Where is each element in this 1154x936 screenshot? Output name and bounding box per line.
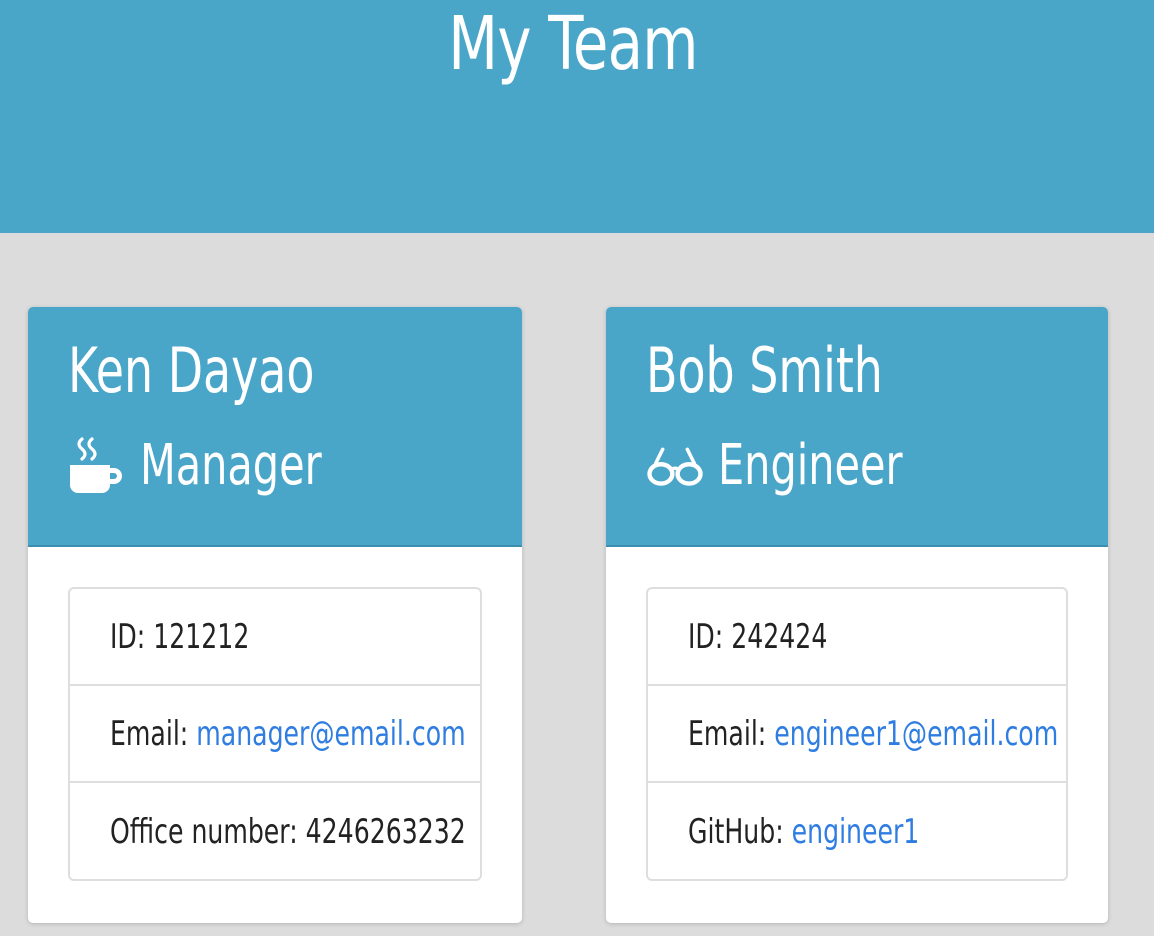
page-title: My Team	[448, 1, 698, 87]
office-number-value: 4246263232	[305, 811, 466, 852]
coffee-mug-icon	[68, 437, 126, 495]
card-header: Ken Dayao Manager	[28, 307, 522, 547]
list-item-github: GitHub: engineer1	[648, 783, 1066, 880]
list-item-office-number: Office number: 4246263232	[70, 783, 480, 880]
employee-role: Engineer	[646, 431, 967, 501]
list-item-email: Email: manager@email.com	[70, 686, 480, 783]
employee-name: Bob Smith	[646, 334, 883, 407]
role-label: Manager	[140, 433, 322, 498]
github-link[interactable]: engineer1	[792, 812, 920, 852]
employee-name: Ken Dayao	[68, 334, 315, 407]
email-label: Email:	[110, 713, 197, 754]
employee-role: Manager	[68, 431, 385, 501]
card-header: Bob Smith Engineer	[606, 307, 1108, 547]
role-label: Engineer	[718, 433, 903, 498]
glasses-icon	[646, 437, 704, 495]
employee-details-list: ID: 121212 Email: manager@email.com Offi…	[68, 587, 482, 881]
list-item-id: ID: 121212	[70, 589, 480, 686]
id-value: 121212	[153, 616, 250, 657]
office-number-label: Office number:	[110, 811, 306, 852]
email-link[interactable]: engineer1@email.com	[774, 714, 1058, 754]
id-value: 242424	[731, 616, 828, 657]
list-item-id: ID: 242424	[648, 589, 1066, 686]
id-label: ID:	[688, 616, 732, 657]
list-item-email: Email: engineer1@email.com	[648, 686, 1066, 783]
employee-details-list: ID: 242424 Email: engineer1@email.com Gi…	[646, 587, 1068, 881]
email-label: Email:	[688, 713, 775, 754]
github-label: GitHub:	[688, 811, 792, 852]
employee-card-engineer: Bob Smith Engineer ID: 242424 Email: eng…	[606, 307, 1108, 923]
email-link[interactable]: manager@email.com	[196, 714, 465, 754]
page-header: My Team	[0, 0, 1154, 233]
id-label: ID:	[110, 616, 154, 657]
employee-card-manager: Ken Dayao Manager ID: 121212 Email: mana…	[28, 307, 522, 923]
